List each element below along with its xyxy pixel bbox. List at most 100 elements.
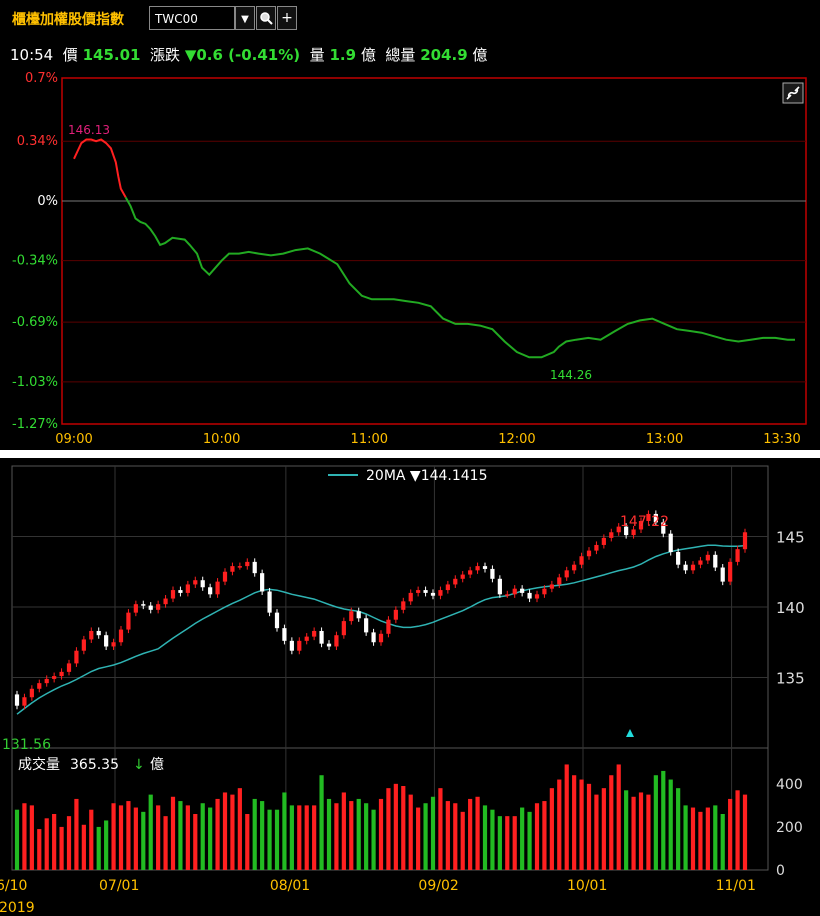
volume-bar <box>683 805 688 870</box>
volume-bar <box>111 803 116 870</box>
volume-bar <box>475 796 480 870</box>
volume-bar <box>393 783 398 870</box>
candle-body <box>304 636 309 641</box>
high-label: 146.13 <box>68 123 110 137</box>
volume-bar <box>118 805 124 870</box>
candle-body <box>512 588 517 595</box>
volume-y-tick-label: 200 <box>776 820 803 836</box>
volume-bar <box>349 801 354 870</box>
candle-body <box>720 567 725 582</box>
volume-bar <box>304 805 309 870</box>
marker-triangle <box>626 729 634 737</box>
volume-bar <box>549 788 554 870</box>
volume-bar <box>133 807 138 870</box>
volume-bar <box>572 775 577 870</box>
panel-separator <box>0 450 820 458</box>
volume-bar <box>713 805 718 870</box>
candle-body <box>29 688 34 698</box>
volume-bar <box>408 794 413 870</box>
volume-bar <box>705 807 710 870</box>
volume-bar <box>297 805 302 870</box>
candle-body <box>393 609 398 620</box>
volume-bar <box>230 794 235 870</box>
y-tick-label: 0% <box>37 194 58 209</box>
candle-body <box>453 578 458 585</box>
x-tick-label: 10/01 <box>567 878 607 894</box>
candle-body <box>705 554 710 561</box>
volume-bar <box>185 805 190 870</box>
candle-body <box>37 683 42 689</box>
candle-body <box>289 640 294 651</box>
volume-bar <box>193 814 198 870</box>
candle-body <box>222 571 228 582</box>
candle-body <box>66 663 72 672</box>
candle-body <box>14 694 20 706</box>
volume-bar <box>178 801 183 870</box>
link-icon <box>782 82 804 104</box>
volume-bar <box>245 814 250 870</box>
candle-body <box>468 570 473 575</box>
volume-bar <box>312 805 317 870</box>
volume-bar <box>430 796 436 870</box>
volume-y-tick-label: 400 <box>776 777 803 793</box>
x-tick-label: 11/01 <box>716 878 756 894</box>
candle-body <box>668 533 673 553</box>
candle-body <box>430 592 436 596</box>
candle-body <box>349 611 354 622</box>
candle-body <box>490 568 495 579</box>
volume-bar <box>163 816 168 870</box>
volume-bar <box>594 794 599 870</box>
volume-bar <box>274 809 280 870</box>
y-tick-label: 140 <box>776 599 805 617</box>
volume-bar <box>653 775 658 870</box>
x-tick-label: 08/01 <box>270 878 310 894</box>
x-tick-label: 07/01 <box>99 878 139 894</box>
volume-bar <box>609 775 614 870</box>
candle-body <box>728 561 733 582</box>
candle-body <box>505 594 510 596</box>
candle-body <box>118 629 124 643</box>
candle-body <box>742 532 748 550</box>
volume-bar <box>661 770 666 870</box>
candle-body <box>74 650 79 664</box>
volume-bar <box>416 807 421 870</box>
volume-bar <box>66 816 72 870</box>
candle-body <box>676 552 681 565</box>
candle-body <box>698 560 703 565</box>
candle-body <box>252 561 257 574</box>
legend-label: 20MA ▼144.1415 <box>366 468 488 484</box>
ma20-line <box>16 544 746 715</box>
volume-bar <box>44 818 49 870</box>
low-annotation: 131.56 <box>2 737 51 753</box>
volume-bar <box>557 779 562 870</box>
x-tick-label: 09:00 <box>55 432 92 447</box>
candle-body <box>497 578 502 595</box>
candle-body <box>297 640 302 651</box>
candle-body <box>178 590 183 593</box>
volume-bar <box>319 775 324 870</box>
volume-bar <box>378 798 384 870</box>
candle-body <box>527 592 532 599</box>
volume-bar <box>81 824 86 870</box>
volume-bar <box>468 798 473 870</box>
candle-body <box>126 612 131 630</box>
candle-body <box>59 671 64 677</box>
y-tick-label: -1.03% <box>12 375 58 390</box>
volume-bar <box>326 798 332 870</box>
price-line-up <box>73 138 127 198</box>
volume-bar <box>267 809 272 870</box>
volume-bar <box>728 798 733 870</box>
volume-bar <box>141 811 146 870</box>
candle-body <box>520 588 525 593</box>
volume-bar <box>200 803 205 870</box>
volume-bar <box>512 816 517 870</box>
candle-body <box>319 630 324 644</box>
candle-body <box>208 587 213 595</box>
intraday-chart: 0.7% 0.34% 0% -0.34% -0.69% -1.03% -1.27%09:00… <box>12 71 807 447</box>
y-tick-label: 145 <box>776 529 805 547</box>
candle-body <box>586 550 592 557</box>
volume-bar <box>29 805 34 870</box>
volume-bar <box>401 786 406 870</box>
y-tick-label: 135 <box>776 670 805 688</box>
candle-body <box>423 590 428 593</box>
